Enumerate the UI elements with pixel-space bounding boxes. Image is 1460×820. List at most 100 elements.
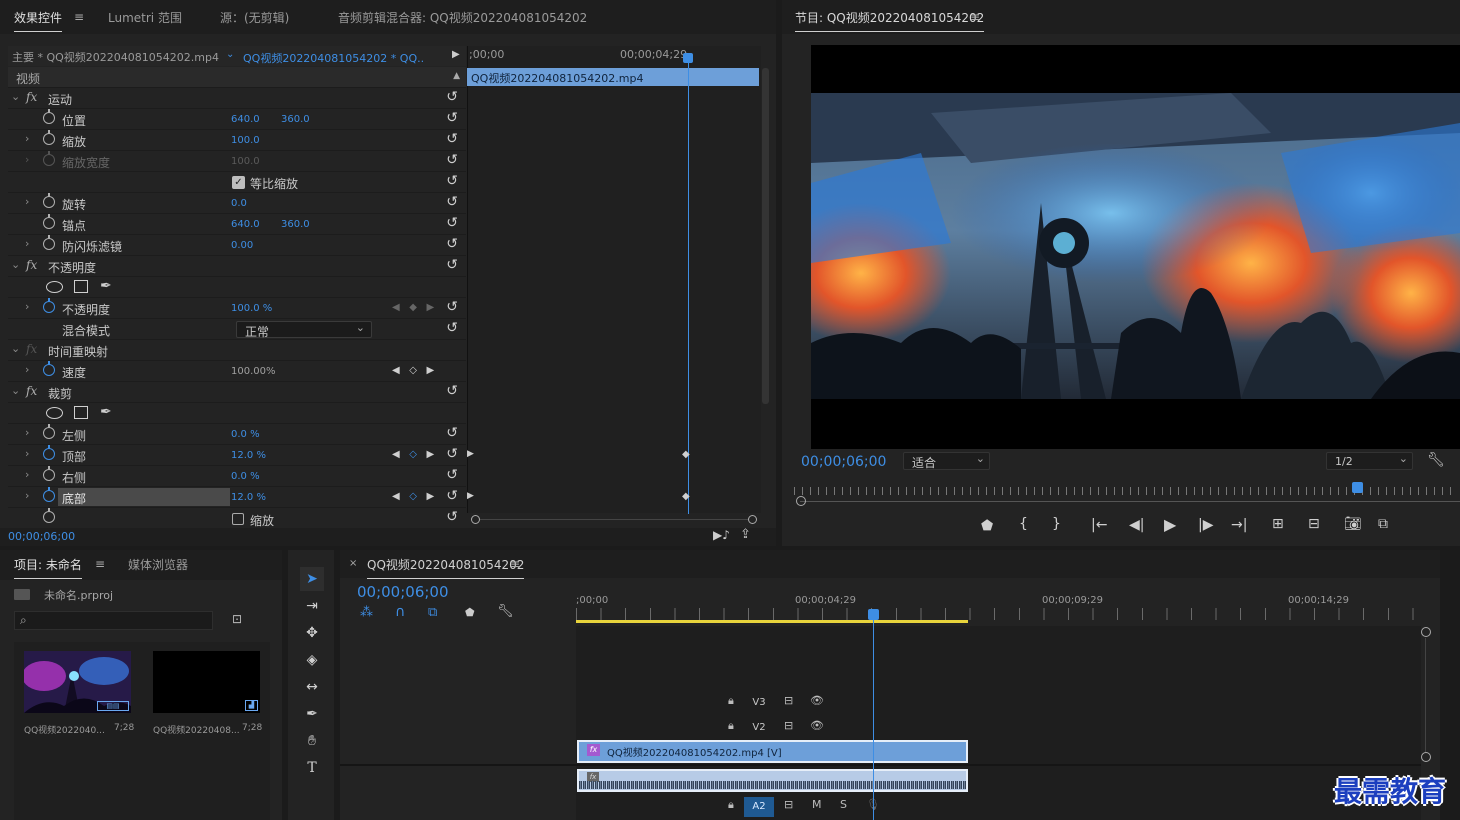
new-bin-icon[interactable]: ⊡ (232, 612, 242, 626)
type-tool[interactable]: T (300, 756, 324, 780)
mini-clip-bar[interactable]: QQ视频202204081054202.mp4 (467, 68, 759, 86)
snap-icon[interactable]: ⁂ (360, 605, 373, 620)
lock-icon[interactable]: 🔒︎ (728, 719, 734, 733)
step-back-icon[interactable]: ◀| (1129, 517, 1144, 533)
lift-icon[interactable]: ⊞ (1272, 516, 1284, 532)
reset-icon[interactable]: ↺ (446, 257, 458, 273)
timeline-ruler[interactable]: ;00;00 00;00;04;29 00;00;09;29 00;00;14;… (576, 590, 1426, 626)
stopwatch-icon[interactable] (43, 508, 55, 523)
opacity-value[interactable]: 100.0 % (231, 303, 272, 314)
menu-icon[interactable]: ≡ (74, 10, 84, 24)
reset-icon[interactable]: ↺ (446, 152, 458, 168)
reset-icon[interactable]: ↺ (446, 446, 458, 462)
rectangle-mask-icon[interactable] (74, 280, 88, 293)
stopwatch-icon[interactable] (43, 361, 55, 376)
stopwatch-icon[interactable] (43, 424, 55, 439)
source-clip-label[interactable]: 主要 * QQ视频202204081054202.mp4 (12, 49, 219, 65)
lock-icon[interactable]: 🔒︎ (728, 694, 734, 708)
stopwatch-icon[interactable] (43, 235, 55, 250)
crop-effect-row[interactable]: ⌄ fx 裁剪 ↺ (8, 382, 466, 403)
timeline-scroll-top-handle[interactable] (1421, 627, 1431, 637)
rectangle-mask-icon[interactable] (74, 406, 88, 419)
uniform-scale-checkbox[interactable]: ✓ (232, 176, 245, 189)
reset-icon[interactable]: ↺ (446, 488, 458, 504)
chevron-right-icon[interactable]: › (25, 132, 29, 145)
resolution-dropdown[interactable]: 1/2 ⌄ (1326, 452, 1413, 470)
program-playhead[interactable] (1351, 482, 1363, 493)
track-v2-label[interactable]: V2 (744, 718, 774, 738)
scroll-up-icon[interactable]: ▲ (453, 71, 460, 81)
tab-audio-clip-mixer[interactable]: 音频剪辑混合器: QQ视频202204081054202 (338, 9, 587, 26)
chevron-right-icon[interactable]: › (25, 195, 29, 208)
crop-top-value[interactable]: 12.0 % (231, 450, 266, 461)
reset-icon[interactable]: ↺ (446, 89, 458, 105)
anchor-x-value[interactable]: 640.0 (231, 219, 260, 230)
video-clip[interactable]: fx QQ视频202204081054202.mp4 [V] (577, 740, 968, 763)
menu-icon[interactable]: ≡ (970, 10, 980, 24)
rotation-value[interactable]: 0.0 (231, 198, 247, 209)
ellipse-mask-icon[interactable] (46, 407, 63, 419)
blend-mode-dropdown[interactable]: 正常 ⌄ (236, 321, 372, 339)
reset-icon[interactable]: ↺ (446, 320, 458, 336)
mark-out-icon[interactable]: } (1052, 516, 1061, 532)
slip-tool[interactable]: ↔ (300, 675, 324, 699)
razor-tool[interactable]: ◈ (300, 648, 324, 672)
chevron-down-icon[interactable]: ⌄ (11, 258, 20, 271)
reset-icon[interactable]: ↺ (446, 173, 458, 189)
keyframe-nav[interactable]: ◀ ◇ ▶ (392, 491, 434, 502)
effect-timecode[interactable]: 00;00;06;00 (8, 530, 75, 543)
stopwatch-icon[interactable] (43, 130, 55, 145)
crop-left-value[interactable]: 0.0 % (231, 429, 260, 440)
mini-zoom-scrollbar[interactable] (471, 515, 757, 524)
chevron-right-icon[interactable]: › (25, 363, 29, 376)
keyframe-diamond[interactable]: ◆ (682, 491, 690, 502)
reset-icon[interactable]: ↺ (446, 509, 458, 525)
track-select-tool[interactable]: ⇥ (300, 594, 324, 618)
fx-icon[interactable]: fx (26, 90, 37, 104)
tab-lumetri-scopes[interactable]: Lumetri 范围 (108, 9, 182, 26)
anti-flicker-value[interactable]: 0.00 (231, 240, 253, 251)
step-forward-icon[interactable]: |▶ (1198, 517, 1213, 533)
reset-icon[interactable]: ↺ (446, 194, 458, 210)
reset-icon[interactable]: ↺ (446, 467, 458, 483)
crop-bottom-value[interactable]: 12.0 % (231, 492, 266, 503)
keyframe-nav[interactable]: ◀ ◇ ▶ (392, 449, 434, 460)
program-video-frame[interactable] (811, 45, 1460, 449)
sync-lock-icon[interactable]: ⊟ (784, 719, 793, 732)
time-remap-effect-row[interactable]: ⌄ fx 时间重映射 (8, 340, 466, 361)
fx-icon[interactable]: fx (26, 384, 37, 398)
add-marker-icon[interactable]: ⬟ (981, 518, 993, 534)
stopwatch-icon[interactable] (43, 466, 55, 481)
tab-media-browser[interactable]: 媒体浏览器 (128, 556, 188, 573)
chevron-right-icon[interactable]: › (25, 468, 29, 481)
reset-icon[interactable]: ↺ (446, 425, 458, 441)
chevron-down-icon[interactable]: ⌄ (11, 342, 20, 355)
reset-icon[interactable]: ↺ (446, 110, 458, 126)
reset-icon[interactable]: ↺ (446, 236, 458, 252)
solo-button[interactable]: S (840, 798, 847, 811)
extract-icon[interactable]: ⊟ (1308, 516, 1320, 532)
position-x-value[interactable]: 640.0 (231, 114, 260, 125)
opacity-effect-row[interactable]: ⌄ fx 不透明度 ↺ (8, 256, 466, 277)
play-button[interactable]: ▶ (1164, 515, 1176, 534)
eye-icon[interactable]: 👁︎ (810, 694, 824, 707)
eye-icon[interactable]: 👁︎ (810, 719, 824, 732)
close-icon[interactable]: × (349, 558, 357, 569)
chevron-down-icon[interactable]: ⌄ (11, 90, 20, 103)
tab-source[interactable]: 源：(无剪辑) (220, 9, 289, 26)
sync-lock-icon[interactable]: ⊟ (784, 798, 793, 811)
chevron-right-icon[interactable]: › (25, 447, 29, 460)
stopwatch-icon[interactable] (43, 109, 55, 124)
mute-button[interactable]: M (812, 798, 822, 811)
stopwatch-icon[interactable] (43, 193, 55, 208)
go-to-in-icon[interactable]: |← (1091, 517, 1107, 533)
lock-icon[interactable]: 🔒︎ (728, 798, 734, 812)
stopwatch-icon[interactable] (43, 298, 55, 313)
effect-scrollbar[interactable] (762, 68, 769, 404)
wrench-icon[interactable]: 🔧︎ (1427, 452, 1445, 468)
export-icon[interactable]: ⇪ (740, 527, 751, 542)
sync-lock-icon[interactable]: ⊟ (784, 694, 793, 707)
keyframe-nav[interactable]: ◀ ◇ ▶ (392, 365, 434, 376)
speed-value[interactable]: 100.00% (231, 366, 276, 377)
chevron-right-icon[interactable]: › (25, 489, 29, 502)
